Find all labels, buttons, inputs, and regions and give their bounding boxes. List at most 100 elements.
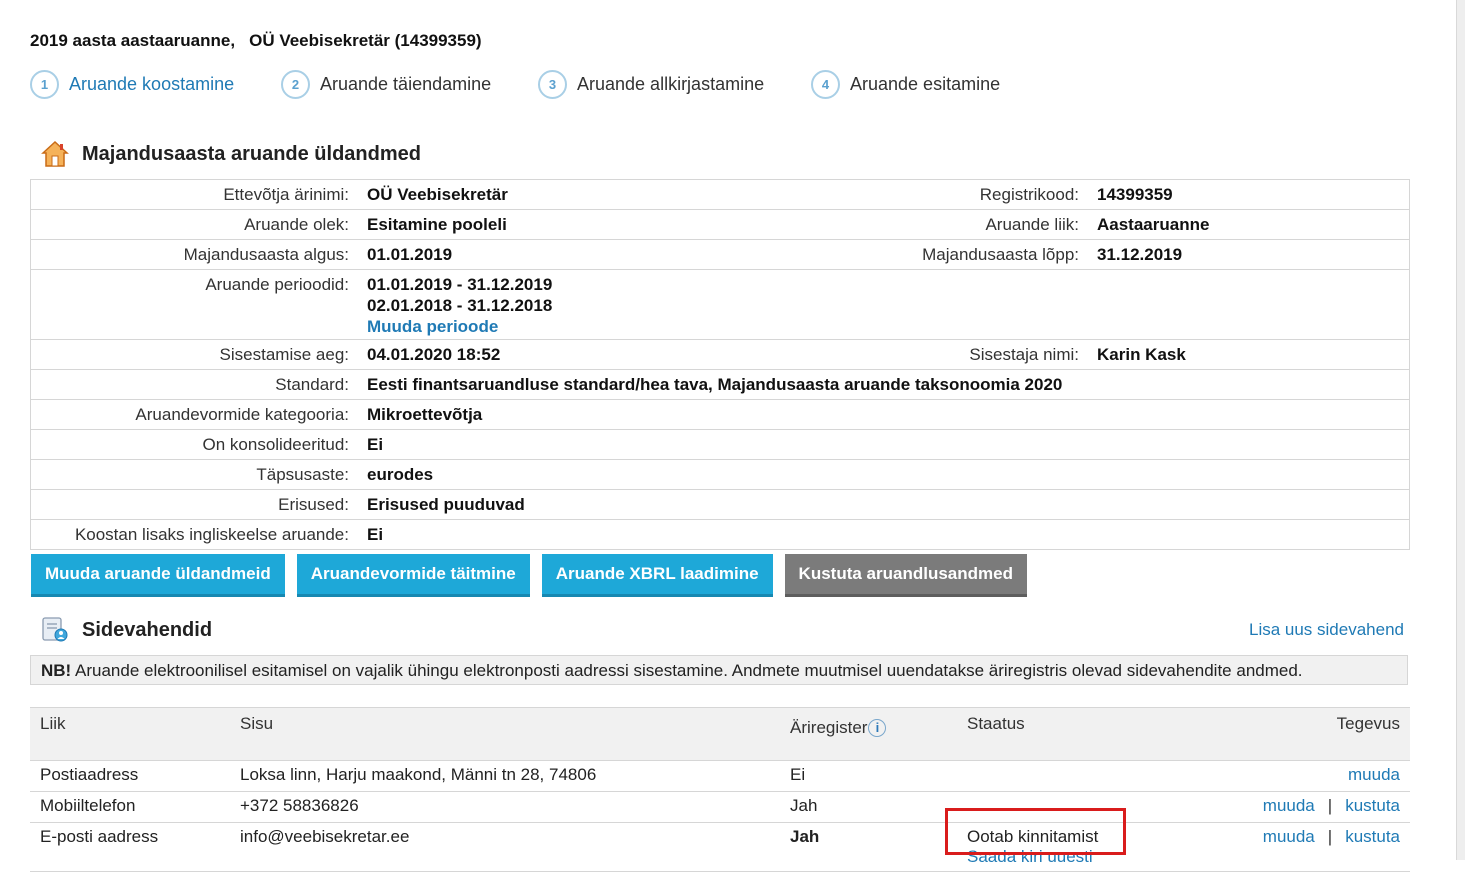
enterer-value: Karin Kask <box>1097 339 1410 370</box>
period-1: 01.01.2019 - 31.12.2019 <box>367 275 553 294</box>
contact-kind: E-posti aadress <box>30 822 230 872</box>
step-number-4: 4 <box>811 70 840 99</box>
english-report-label: Koostan lisaks ingliskeelse aruande: <box>30 519 367 550</box>
general-section-title: Majandusaasta aruande üldandmed <box>82 142 421 165</box>
company-title: OÜ Veebisekretär (14399359) <box>249 31 482 50</box>
exceptions-value: Erisused puuduvad <box>367 489 1410 520</box>
periods-label: Aruande perioodid: <box>30 269 367 340</box>
english-report-value: Ei <box>367 519 1410 550</box>
report-type-label: Aruande liik: <box>827 209 1097 240</box>
contact-content: Loksa linn, Harju maakond, Männi tn 28, … <box>230 760 780 792</box>
step-2[interactable]: 2 Aruande täiendamine <box>281 70 491 99</box>
step-4[interactable]: 4 Aruande esitamine <box>811 70 1000 99</box>
regcode-label: Registrikood: <box>827 179 1097 210</box>
info-row: Erisused: Erisused puuduvad <box>30 489 1410 520</box>
year-start-label: Majandusaasta algus: <box>30 239 367 270</box>
contacts-section-title: Sidevahendid <box>82 618 213 641</box>
contact-actions: muuda | kustuta <box>1137 822 1410 872</box>
entered-time-label: Sisestamise aeg: <box>30 339 367 370</box>
consolidated-label: On konsolideeritud: <box>30 429 367 460</box>
company-name-value: OÜ Veebisekretär <box>367 179 827 210</box>
contact-kind: Postiaadress <box>30 760 230 792</box>
table-header-row: Liik Sisu Äriregister i Staatus Tegevus <box>30 707 1410 761</box>
info-row: Aruandevormide kategooria: Mikroettevõtj… <box>30 399 1410 430</box>
step-3[interactable]: 3 Aruande allkirjastamine <box>538 70 764 99</box>
company-name-label: Ettevõtja ärinimi: <box>30 179 367 210</box>
consolidated-value: Ei <box>367 429 1410 460</box>
contact-registry: Jah <box>780 791 957 823</box>
contact-registry: Ei <box>780 760 957 792</box>
info-row: Koostan lisaks ingliskeelse aruande: Ei <box>30 519 1410 550</box>
delete-link[interactable]: kustuta <box>1345 796 1400 815</box>
delete-link[interactable]: kustuta <box>1345 827 1400 846</box>
report-status-value: Esitamine pooleli <box>367 209 827 240</box>
col-actions: Tegevus <box>1137 707 1410 761</box>
action-buttons: Muuda aruande üldandmeid Aruandevormide … <box>31 554 1039 597</box>
col-registry: Äriregister i <box>780 707 957 761</box>
wizard-steps: 1 Aruande koostamine 2 Aruande täiendami… <box>30 70 1130 106</box>
step-number-1: 1 <box>30 70 59 99</box>
step-label-2: Aruande täiendamine <box>320 74 492 94</box>
exceptions-label: Erisused: <box>30 489 367 520</box>
contact-actions: muuda | kustuta <box>1137 791 1410 823</box>
category-label: Aruandevormide kategooria: <box>30 399 367 430</box>
change-periods-link[interactable]: Muuda perioode <box>367 317 498 336</box>
edit-link[interactable]: muuda <box>1348 765 1400 784</box>
edit-link[interactable]: muuda <box>1263 796 1315 815</box>
contacts-icon <box>40 615 70 645</box>
info-row: Aruande olek: Esitamine pooleli Aruande … <box>30 209 1410 240</box>
period-2: 02.01.2018 - 31.12.2018 <box>367 296 553 315</box>
regcode-value: 14399359 <box>1097 179 1410 210</box>
general-section-header: Majandusaasta aruande üldandmed <box>40 139 421 169</box>
info-row: Ettevõtja ärinimi: OÜ Veebisekretär Regi… <box>30 179 1410 210</box>
report-status-label: Aruande olek: <box>30 209 367 240</box>
periods-value: 01.01.2019 - 31.12.2019 02.01.2018 - 31.… <box>367 269 1410 340</box>
action-separator: | <box>1327 796 1333 815</box>
table-row: Postiaadress Loksa linn, Harju maakond, … <box>30 760 1410 792</box>
year-end-label: Majandusaasta lõpp: <box>827 239 1097 270</box>
precision-value: eurodes <box>367 459 1410 490</box>
delete-report-data-button[interactable]: Kustuta aruandlusandmed <box>784 554 1027 597</box>
category-value: Mikroettevõtja <box>367 399 1410 430</box>
contacts-notice: NB! Aruande elektroonilisel esitamisel o… <box>30 655 1408 685</box>
table-row: Mobiiltelefon +372 58836826 Jah muuda | ku… <box>30 791 1410 823</box>
year-start-value: 01.01.2019 <box>367 239 827 270</box>
step-1[interactable]: 1 Aruande koostamine <box>30 70 234 99</box>
page-title: 2019 aasta aastaaruanne, OÜ Veebisekretär… <box>30 31 482 51</box>
contact-registry: Jah <box>780 822 957 872</box>
action-separator: | <box>1327 827 1333 846</box>
entered-time-value: 04.01.2020 18:52 <box>367 339 827 370</box>
step-number-3: 3 <box>538 70 567 99</box>
contacts-table: Liik Sisu Äriregister i Staatus Tegevus P… <box>30 707 1410 872</box>
step-label-1: Aruande koostamine <box>69 74 235 94</box>
edit-link[interactable]: muuda <box>1263 827 1315 846</box>
fill-forms-button[interactable]: Aruandevormide täitmine <box>296 554 530 597</box>
contact-content: +372 58836826 <box>230 791 780 823</box>
contact-kind: Mobiiltelefon <box>30 791 230 823</box>
info-row: Majandusaasta algus: 01.01.2019 Majandus… <box>30 239 1410 270</box>
info-row: Täpsusaste: eurodes <box>30 459 1410 490</box>
col-registry-label: Äriregister <box>790 718 868 737</box>
precision-label: Täpsusaste: <box>30 459 367 490</box>
table-row: E-posti aadress info@veebisekretar.ee Ja… <box>30 822 1410 872</box>
enterer-label: Sisestaja nimi: <box>827 339 1097 370</box>
add-contact-link[interactable]: Lisa uus sidevahend <box>1249 620 1404 640</box>
house-icon <box>40 139 70 169</box>
info-row: On konsolideeritud: Ei <box>30 429 1410 460</box>
col-kind: Liik <box>30 707 230 761</box>
info-row: Standard: Eesti finantsaruandluse standa… <box>30 369 1410 400</box>
notice-bold: NB! <box>41 661 72 680</box>
info-icon[interactable]: i <box>868 718 887 737</box>
contact-content: info@veebisekretar.ee <box>230 822 780 872</box>
scrollbar[interactable] <box>1456 0 1465 860</box>
contact-actions: muuda <box>1137 760 1410 792</box>
xbrl-upload-button[interactable]: Aruande XBRL laadimine <box>541 554 773 597</box>
edit-general-data-button[interactable]: Muuda aruande üldandmeid <box>31 554 285 597</box>
year-end-value: 31.12.2019 <box>1097 239 1410 270</box>
col-content: Sisu <box>230 707 780 761</box>
report-type-value: Aastaaruanne <box>1097 209 1410 240</box>
info-row: Sisestamise aeg: 04.01.2020 18:52 Sisest… <box>30 339 1410 370</box>
report-title: 2019 aasta aastaaruanne, <box>30 31 236 50</box>
general-info-table: Ettevõtja ärinimi: OÜ Veebisekretär Regi… <box>30 179 1410 550</box>
standard-value: Eesti finantsaruandluse standard/hea tav… <box>367 369 1410 400</box>
